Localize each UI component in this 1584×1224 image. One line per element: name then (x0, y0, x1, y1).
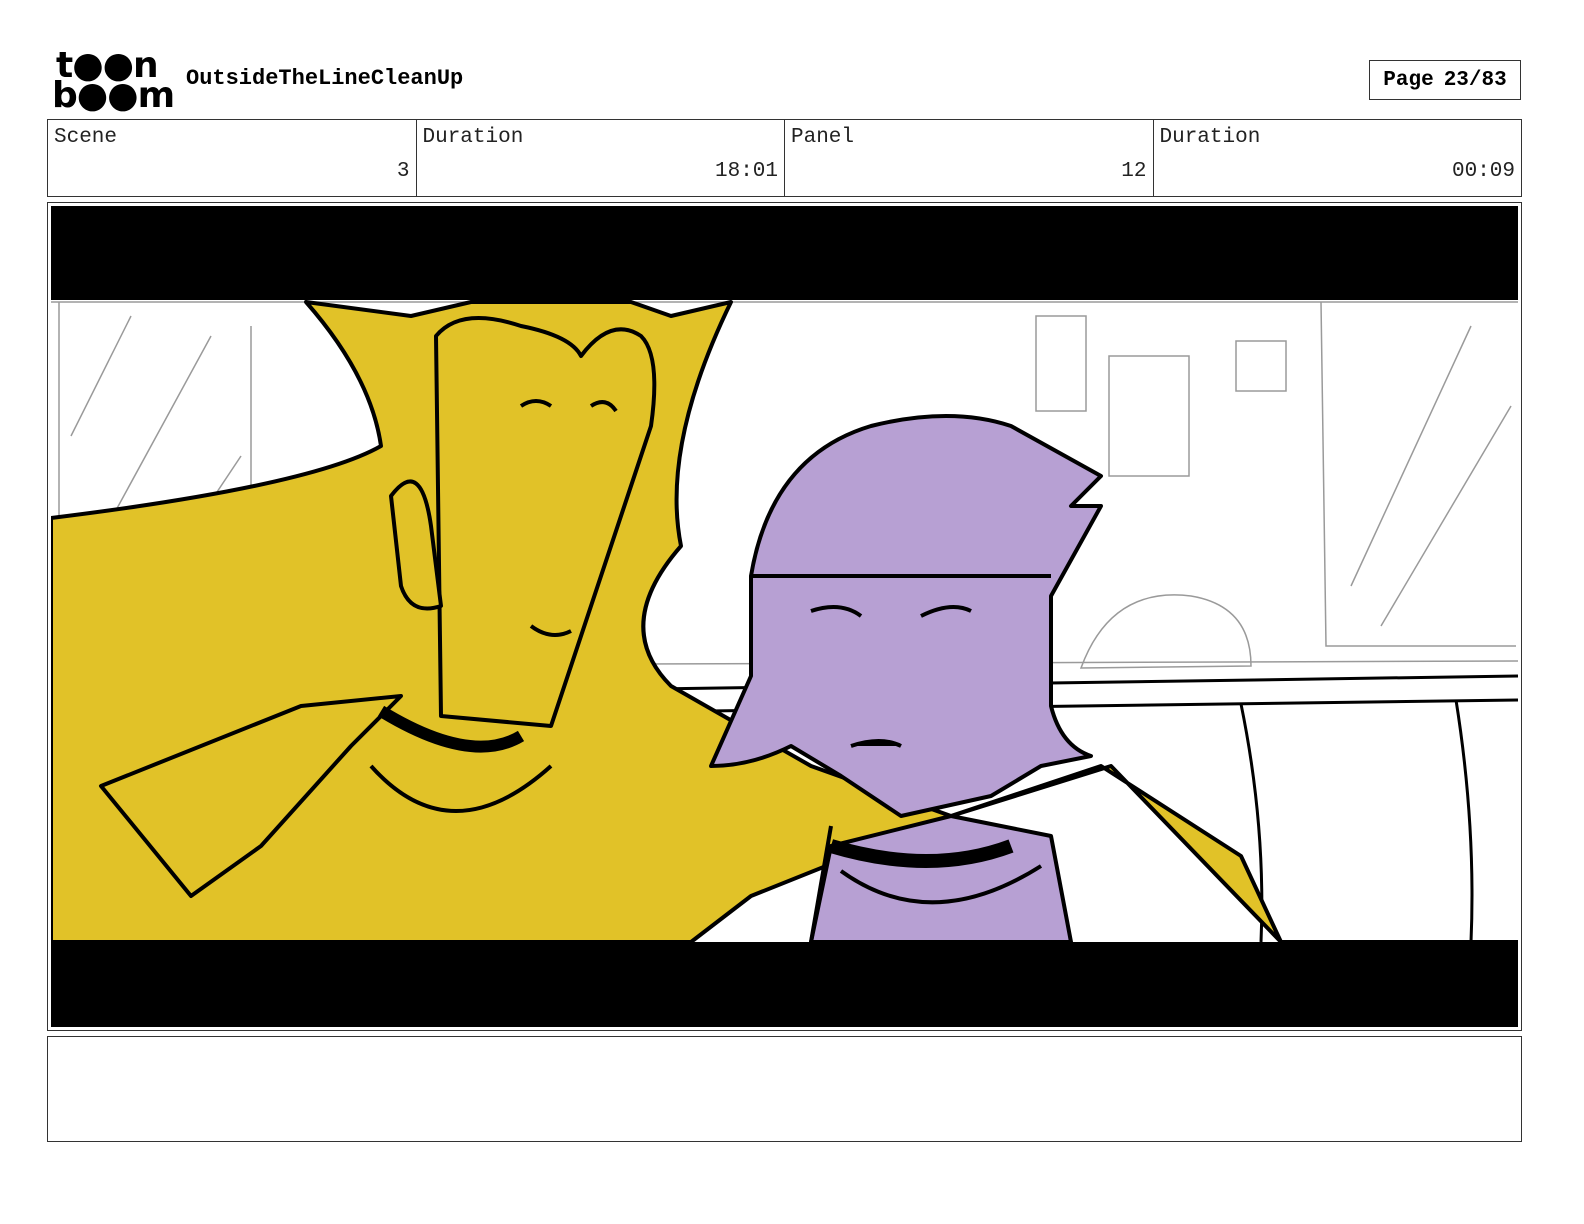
toonboom-logo: t●●n b●●m (52, 48, 175, 114)
project-title: OutsideTheLineCleanUp (186, 66, 464, 91)
storyboard-panel-image (51, 206, 1518, 1027)
page-label: Page (1383, 68, 1434, 92)
panel-info-table: Scene 3 Duration 18:01 Panel 12 Duration… (47, 119, 1522, 197)
panel-notes-box (47, 1036, 1522, 1142)
letterbox-bottom (51, 942, 1518, 1027)
letterbox-top (51, 206, 1518, 300)
panel-value: 12 (1121, 160, 1147, 183)
panel-duration-cell: Duration 00:09 (1154, 120, 1522, 196)
scene-label: Scene (54, 126, 118, 149)
logo-text-bottom: b●●m (52, 75, 175, 116)
page-indicator: Page 23/83 (1369, 60, 1521, 100)
panel-duration-label: Duration (1159, 126, 1261, 149)
scene-value: 3 (396, 160, 410, 183)
scene-cell: Scene 3 (48, 120, 417, 196)
page-number: 23/83 (1443, 68, 1507, 92)
scene-duration-label: Duration (422, 126, 524, 149)
scene-duration-value: 18:01 (714, 160, 778, 183)
scene-duration-cell: Duration 18:01 (417, 120, 785, 196)
panel-duration-value: 00:09 (1451, 160, 1515, 183)
panel-cell: Panel 12 (785, 120, 1154, 196)
panel-label: Panel (791, 126, 855, 149)
